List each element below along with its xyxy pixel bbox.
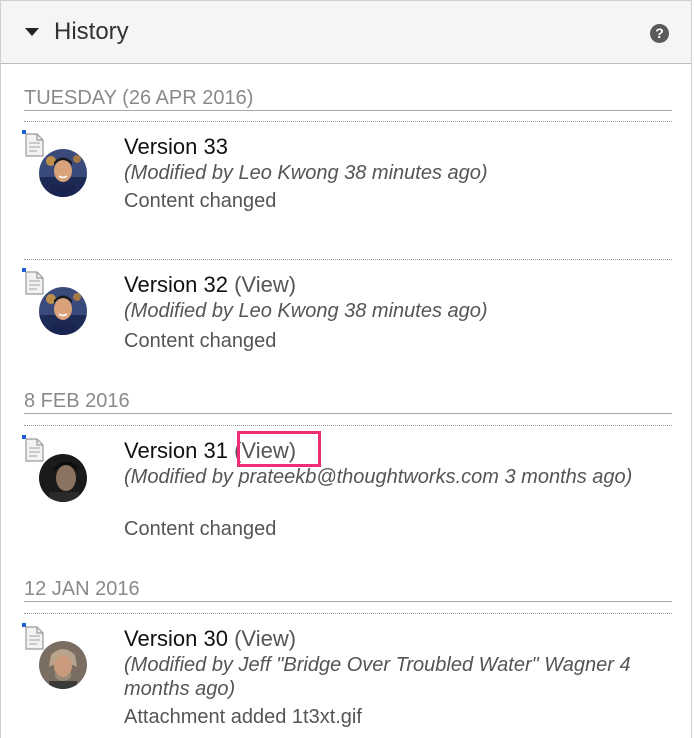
version-title: Version 30 (View): [124, 626, 296, 652]
version-label: Version 32: [124, 272, 228, 297]
document-icon: [22, 435, 44, 462]
avatar[interactable]: [39, 454, 87, 502]
caret-down-icon[interactable]: [25, 28, 39, 36]
version-title: Version 33: [124, 134, 228, 160]
document-icon: [22, 268, 44, 295]
avatar[interactable]: [39, 287, 87, 335]
entry-divider: [24, 121, 672, 122]
date-header: TUESDAY (26 APR 2016): [24, 86, 672, 111]
help-icon[interactable]: ?: [650, 24, 669, 43]
document-icon: [22, 130, 44, 157]
history-panel-header[interactable]: History ?: [1, 1, 691, 64]
modified-by-text: (Modified by Leo Kwong 38 minutes ago): [124, 300, 488, 322]
avatar[interactable]: [39, 149, 87, 197]
version-label: Version 30: [124, 626, 228, 651]
avatar[interactable]: [39, 641, 87, 689]
version-label: Version 31: [124, 438, 228, 463]
entry-divider: [24, 613, 672, 614]
document-icon: [22, 623, 44, 650]
date-header: 8 FEB 2016: [24, 389, 672, 414]
change-description: Content changed: [124, 518, 277, 540]
entry-divider: [24, 259, 672, 260]
entry-divider: [24, 425, 672, 426]
version-label: Version 33: [124, 134, 228, 159]
modified-by-text: (Modified by prateekb@thoughtworks.com 3…: [124, 466, 633, 488]
history-panel: History ? TUESDAY (26 APR 2016) Version …: [0, 0, 692, 738]
modified-by-text: (Modified by Jeff "Bridge Over Troubled …: [124, 654, 631, 700]
modified-by-text: (Modified by Leo Kwong 38 minutes ago): [124, 162, 488, 184]
change-description: Content changed: [124, 190, 277, 212]
change-description: Content changed: [124, 330, 277, 352]
change-description: Attachment added 1t3xt.gif: [124, 706, 362, 728]
version-title: Version 32 (View): [124, 272, 296, 298]
view-link[interactable]: (View): [234, 626, 296, 651]
panel-title: History: [54, 18, 129, 45]
view-link[interactable]: (View): [234, 272, 296, 297]
date-header: 12 JAN 2016: [24, 577, 672, 602]
view-link-highlight: [237, 431, 321, 467]
